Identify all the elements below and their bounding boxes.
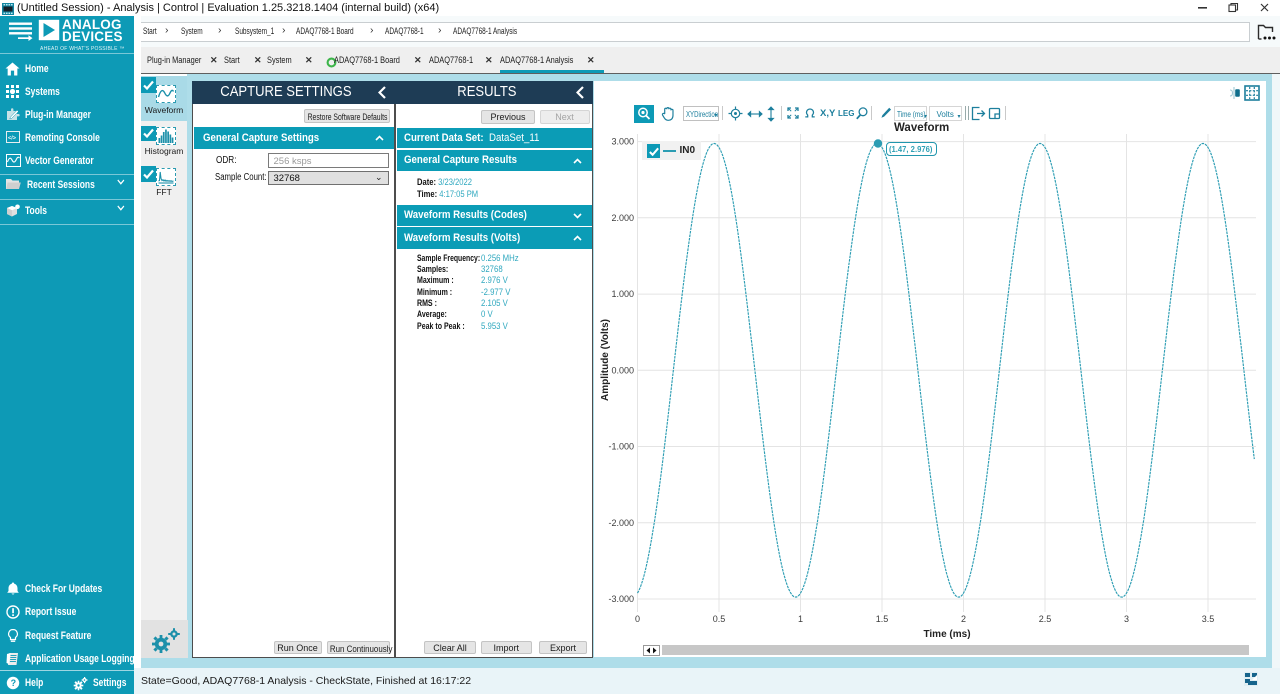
svg-text:0.5: 0.5 (713, 614, 726, 624)
svg-text:Amplitude (Volts): Amplitude (Volts) (600, 319, 611, 401)
svg-text:2.000: 2.000 (611, 213, 634, 223)
svg-text:?: ? (11, 678, 17, 688)
svg-text:-3.000: -3.000 (608, 594, 634, 604)
svg-text:-1.000: -1.000 (608, 442, 634, 452)
svg-text:0: 0 (635, 614, 640, 624)
svg-text:-2.000: -2.000 (608, 518, 634, 528)
svg-text:1.5: 1.5 (876, 614, 889, 624)
svg-text:1: 1 (798, 614, 803, 624)
svg-text:0.000: 0.000 (611, 365, 634, 375)
svg-text:3.000: 3.000 (611, 137, 634, 147)
svg-text:2: 2 (961, 614, 966, 624)
svg-text:Time (ms): Time (ms) (923, 629, 970, 640)
svg-text:3: 3 (1124, 614, 1129, 624)
svg-text:</>: </> (8, 136, 16, 142)
svg-text:1.000: 1.000 (611, 289, 634, 299)
svg-text:3.5: 3.5 (1202, 614, 1215, 624)
svg-text:2.5: 2.5 (1039, 614, 1052, 624)
